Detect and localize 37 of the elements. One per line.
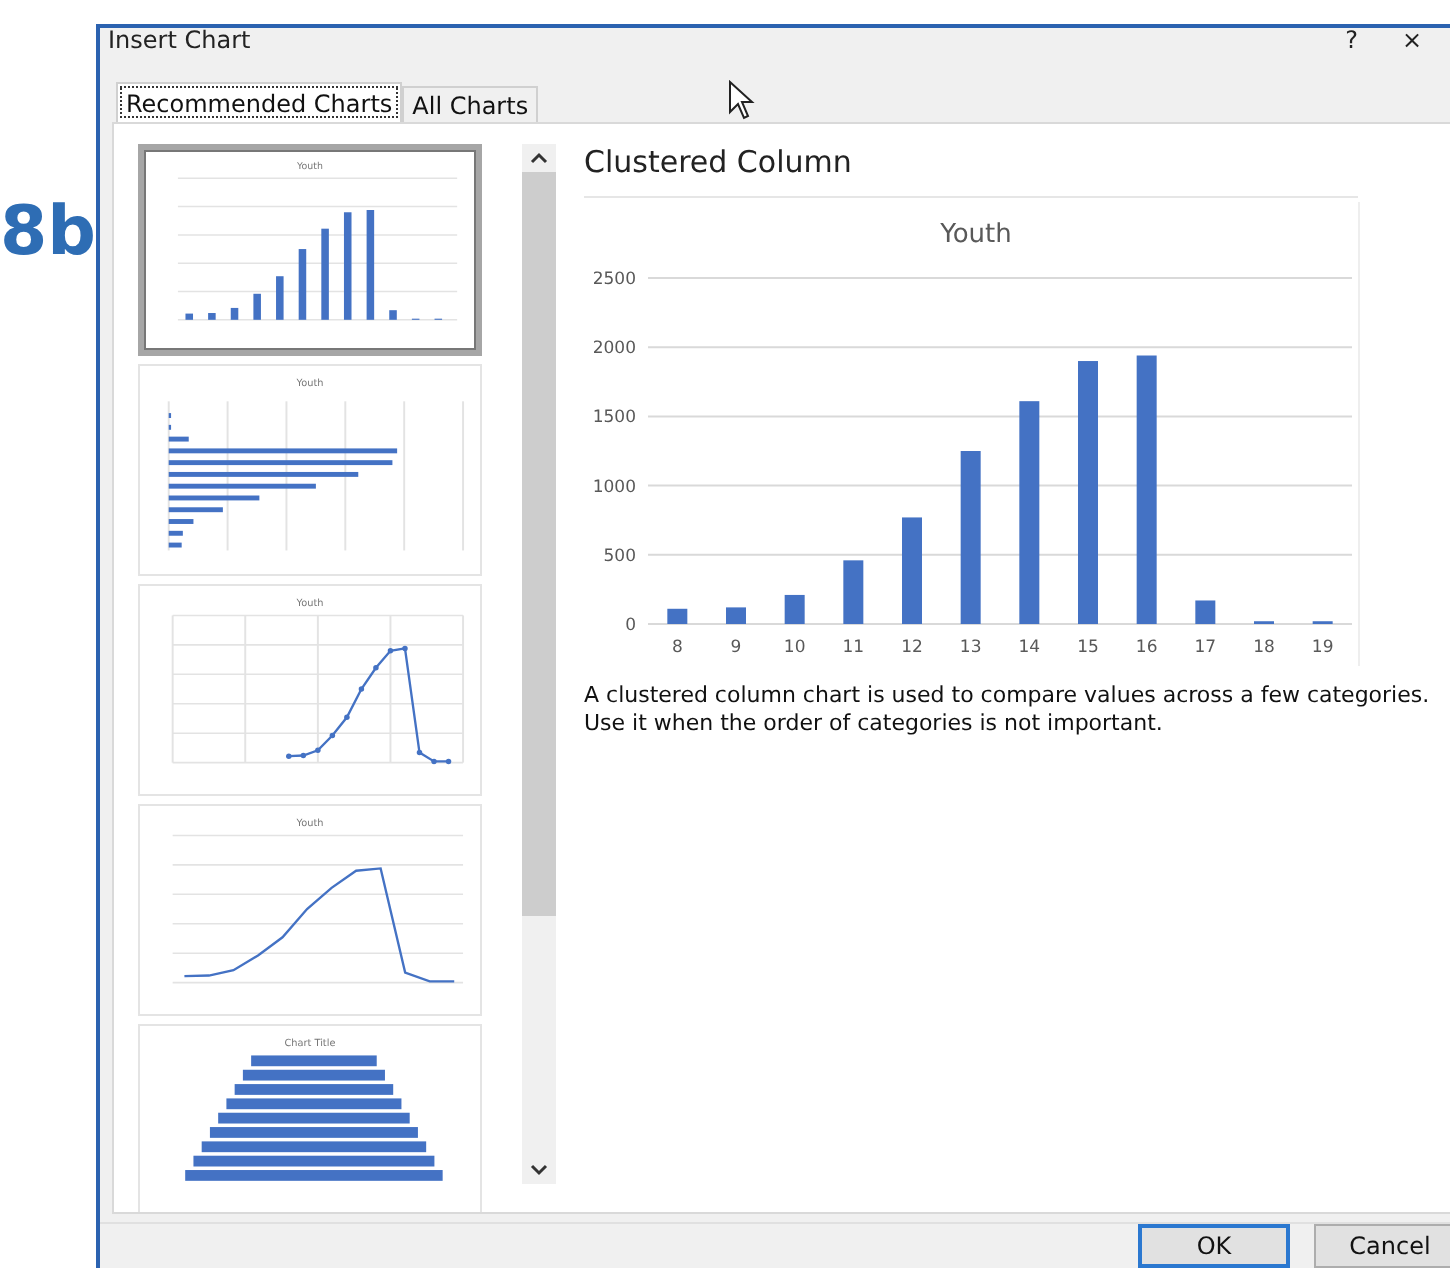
- x-tick-label: 12: [901, 638, 923, 658]
- y-tick-label: 2500: [592, 270, 636, 290]
- y-tick-label: 0: [625, 616, 636, 636]
- x-tick-label: 19: [1311, 638, 1334, 658]
- chart-description: A clustered column chart is used to compare values across a few categories. Use it when the order of categories is not important.: [584, 682, 1432, 738]
- cancel-button[interactable]: Cancel: [1314, 1224, 1450, 1268]
- column-bar: [784, 594, 805, 624]
- column-bar: [902, 517, 922, 624]
- ok-button[interactable]: OK: [1138, 1224, 1290, 1268]
- x-tick-label: 17: [1194, 638, 1217, 658]
- column-bar: [667, 608, 688, 624]
- x-tick-label: 16: [1135, 638, 1158, 658]
- x-tick-label: 14: [1018, 638, 1041, 658]
- x-tick-label: 15: [1077, 638, 1099, 658]
- y-tick-label: 500: [603, 546, 636, 567]
- x-tick-label: 10: [783, 638, 806, 658]
- x-tick-label: 18: [1253, 638, 1275, 658]
- scrollbar[interactable]: [522, 144, 556, 1184]
- y-tick-label: 1000: [592, 477, 636, 498]
- chart-type-heading: Clustered Column: [584, 144, 1358, 198]
- window-title: Insert Chart: [108, 30, 253, 50]
- tab[interactable]: Recommended Charts: [116, 82, 403, 122]
- figure-label: 8b: [0, 192, 96, 276]
- y-tick-label: 1500: [592, 408, 636, 429]
- column-bar: [1195, 600, 1216, 624]
- x-tick-label: 8: [671, 638, 683, 658]
- column-bar: [843, 560, 864, 624]
- x-tick-label: 11: [842, 638, 865, 658]
- x-tick-label: 9: [730, 638, 742, 658]
- tab[interactable]: All Charts: [402, 86, 539, 122]
- scrollbar-thumb[interactable]: [522, 172, 556, 916]
- y-tick-label: 2000: [592, 339, 636, 360]
- x-tick-label: 13: [959, 638, 982, 658]
- column-bar: [726, 607, 746, 624]
- chart-title: Youth: [940, 220, 1012, 250]
- close-button[interactable]: ×: [1401, 30, 1422, 50]
- help-button[interactable]: ?: [1345, 30, 1358, 50]
